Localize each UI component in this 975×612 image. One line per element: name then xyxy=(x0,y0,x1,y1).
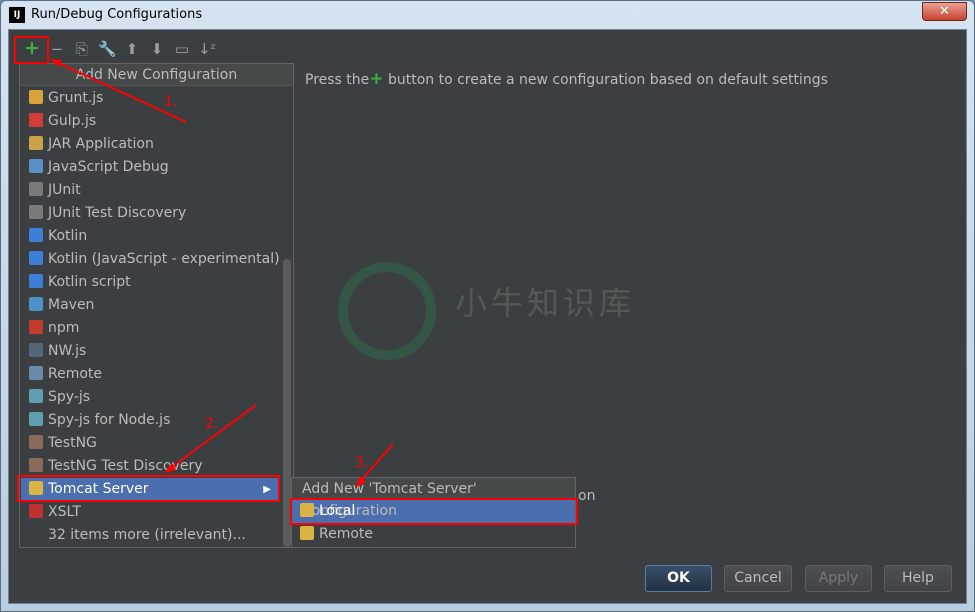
annotation-layer: 1. 2. 3. xyxy=(14,36,578,525)
annotation-2: 2. xyxy=(205,416,218,432)
annotation-arrow-2 xyxy=(167,404,257,471)
annotation-arrow-1 xyxy=(51,59,187,123)
annotation-box-local xyxy=(290,498,578,525)
arrowhead xyxy=(50,59,62,67)
annotation-3: 3. xyxy=(355,455,368,471)
annotation-1: 1. xyxy=(164,94,177,110)
annotation-box-tomcat xyxy=(17,475,280,502)
annotation-box-add xyxy=(14,36,49,64)
